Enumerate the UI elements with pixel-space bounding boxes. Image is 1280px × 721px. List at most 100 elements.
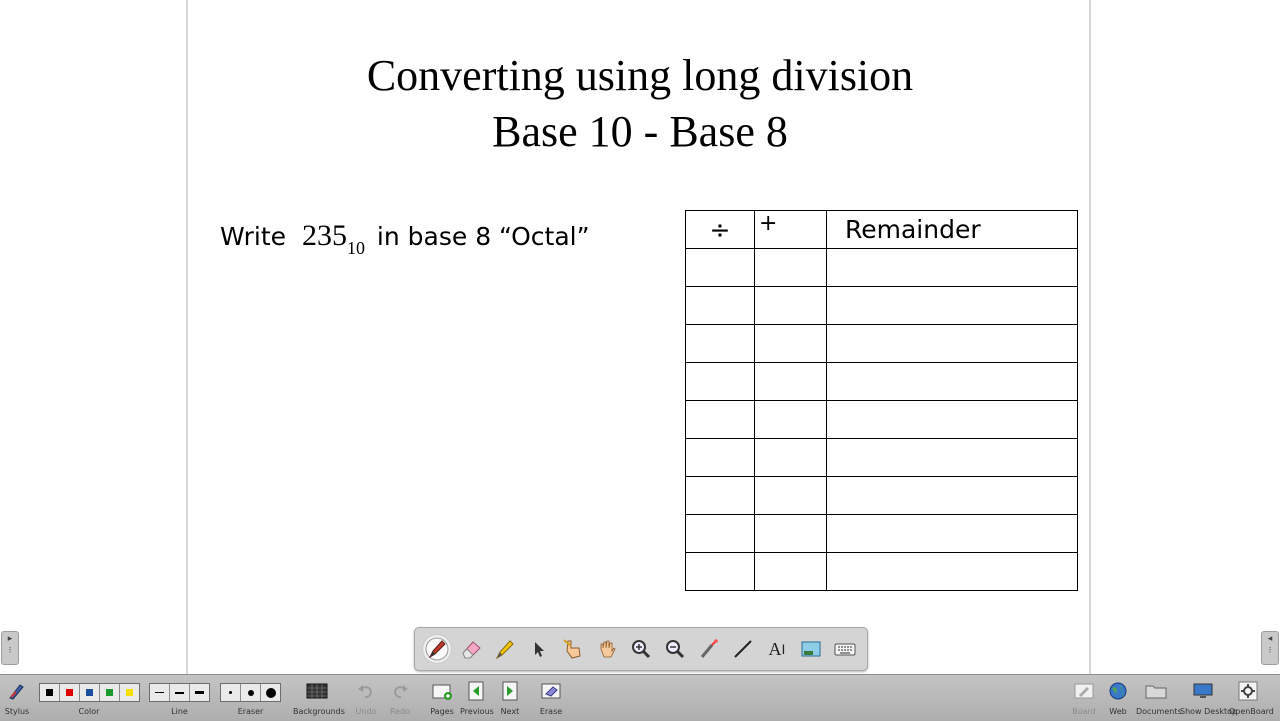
color-swatches <box>39 683 140 702</box>
table-cell <box>685 400 755 439</box>
table-cell <box>826 476 1078 515</box>
prompt-pre: Write <box>220 222 287 251</box>
line-thin[interactable] <box>150 684 170 701</box>
table-cell <box>754 324 827 363</box>
draw-line-icon[interactable] <box>728 634 758 664</box>
table-row <box>685 362 1078 401</box>
pan-hand-icon[interactable] <box>592 634 622 664</box>
text-tool-icon[interactable]: AI <box>762 634 792 664</box>
stylus-icon <box>9 684 24 700</box>
backgrounds-button[interactable]: Backgrounds <box>293 675 345 721</box>
table-cell <box>754 514 827 553</box>
plus-header: + <box>754 210 827 249</box>
table-cell <box>685 324 755 363</box>
eraser-sizes <box>220 683 281 702</box>
redo-button[interactable]: Redo <box>386 675 414 721</box>
zoom-in-icon[interactable] <box>626 634 656 664</box>
interact-hand-pointer-icon[interactable] <box>558 634 588 664</box>
color-label: Color <box>78 707 100 716</box>
eraser-tool-icon[interactable] <box>456 634 486 664</box>
pages-button[interactable]: Pages <box>427 675 457 721</box>
stylus-button[interactable]: Stylus <box>2 675 32 721</box>
eraser-small[interactable] <box>221 684 241 701</box>
virtual-keyboard-icon[interactable] <box>830 634 860 664</box>
table-cell <box>685 362 755 401</box>
prompt-post: in base 8 “Octal” <box>376 222 590 251</box>
table-cell <box>685 552 755 591</box>
color-group: Color <box>39 675 140 721</box>
line-group: Line <box>149 675 210 721</box>
desktop-icon <box>1193 683 1213 698</box>
table-cell <box>826 248 1078 287</box>
gear-icon <box>1238 681 1258 701</box>
table-row <box>685 438 1078 477</box>
board-label: Board <box>1072 707 1096 716</box>
title-line-1: Converting using long division <box>366 51 914 100</box>
previous-button[interactable]: Previous <box>460 675 494 721</box>
redo-icon <box>394 685 408 699</box>
board-canvas[interactable] <box>0 0 1280 674</box>
table-cell <box>754 286 827 325</box>
backgrounds-label: Backgrounds <box>293 707 345 716</box>
undo-button[interactable]: Undo <box>352 675 380 721</box>
board-icon <box>1074 683 1094 699</box>
show-desktop-label: Show Desktop <box>1180 707 1238 716</box>
zoom-out-icon[interactable] <box>660 634 690 664</box>
line-medium[interactable] <box>170 684 190 701</box>
prompt-number: 235 <box>301 219 347 252</box>
capture-tool-icon[interactable] <box>796 634 826 664</box>
right-panel-toggle[interactable]: ◂ ⁝ <box>1261 631 1279 665</box>
line-thick[interactable] <box>190 684 209 701</box>
remainder-header: Remainder <box>826 210 1078 249</box>
line-widths <box>149 683 210 702</box>
color-green[interactable] <box>100 684 120 701</box>
color-blue[interactable] <box>80 684 100 701</box>
previous-page-icon <box>468 681 483 701</box>
table-cell <box>754 476 827 515</box>
table-cell <box>754 362 827 401</box>
table-cell <box>685 248 755 287</box>
eraser-large[interactable] <box>261 684 280 701</box>
table-cell <box>826 362 1078 401</box>
openboard-button[interactable]: OpenBoard <box>1229 675 1274 721</box>
highlighter-tool-icon[interactable] <box>490 634 520 664</box>
web-button[interactable]: Web <box>1104 675 1132 721</box>
table-cell <box>826 400 1078 439</box>
table-cell <box>826 286 1078 325</box>
division-table: ÷ + Remainder <box>685 210 1078 591</box>
folder-icon <box>1145 685 1167 699</box>
left-panel-toggle[interactable]: ▸ ⁝ <box>1 631 19 665</box>
next-button[interactable]: Next <box>495 675 525 721</box>
tool-palette: AI <box>414 627 868 671</box>
pages-icon <box>432 684 452 700</box>
board-button[interactable]: Board <box>1070 675 1098 721</box>
laser-pointer-icon[interactable] <box>694 634 724 664</box>
backgrounds-icon <box>306 683 328 699</box>
table-cell <box>754 248 827 287</box>
select-arrow-icon[interactable] <box>524 634 554 664</box>
table-row <box>685 476 1078 515</box>
bottom-toolbar: Stylus Color Line Eraser Backgrounds Und… <box>0 674 1280 721</box>
erase-label: Erase <box>539 707 563 716</box>
globe-icon <box>1109 682 1127 700</box>
show-desktop-button[interactable]: Show Desktop <box>1180 675 1238 721</box>
pen-tool-icon[interactable] <box>422 634 452 664</box>
erase-button[interactable]: Erase <box>537 675 565 721</box>
color-red[interactable] <box>60 684 80 701</box>
table-header-row: ÷ + Remainder <box>685 210 1078 249</box>
table-cell <box>826 438 1078 477</box>
eraser-medium[interactable] <box>241 684 261 701</box>
color-black[interactable] <box>40 684 60 701</box>
redo-label: Redo <box>389 707 411 716</box>
table-cell <box>685 476 755 515</box>
table-row <box>685 400 1078 439</box>
previous-label: Previous <box>460 707 494 716</box>
pages-label: Pages <box>430 707 454 716</box>
documents-label: Documents <box>1136 707 1182 716</box>
table-row <box>685 248 1078 287</box>
documents-button[interactable]: Documents <box>1136 675 1182 721</box>
stylus-label: Stylus <box>4 707 30 716</box>
color-yellow[interactable] <box>120 684 139 701</box>
problem-prompt: Write 23510 in base 8 “Octal” <box>220 219 590 258</box>
eraser-label: Eraser <box>237 707 264 716</box>
